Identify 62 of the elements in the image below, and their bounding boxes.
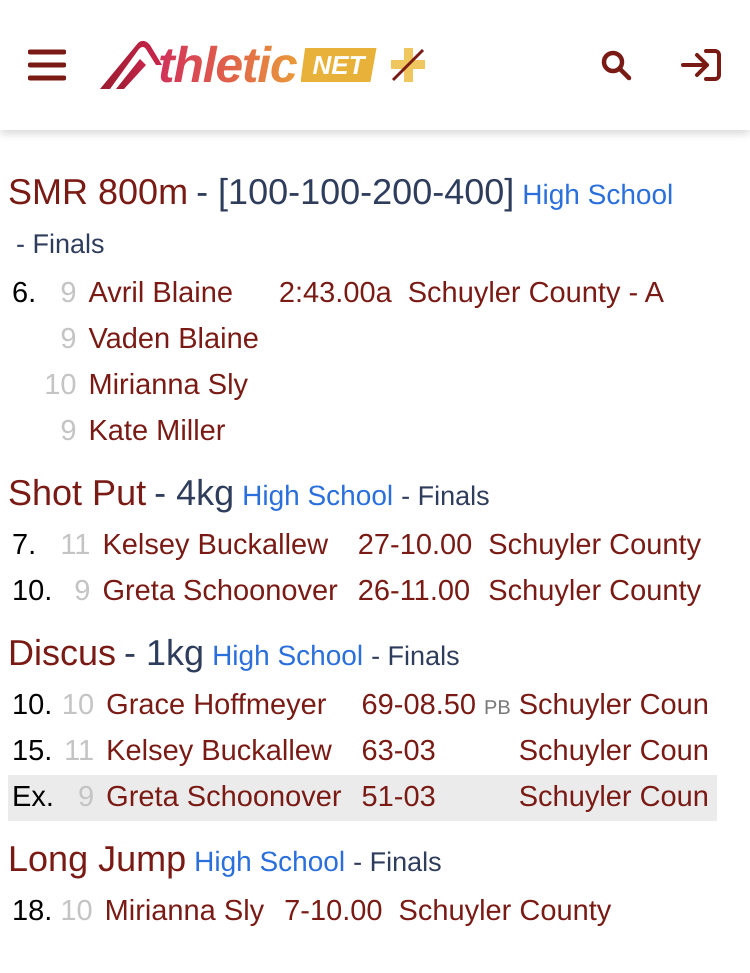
grade: 9 — [60, 415, 76, 448]
level-link[interactable]: High School — [522, 179, 674, 210]
grade: 9 — [74, 575, 90, 608]
athlete-link[interactable]: Greta Schoonover — [102, 575, 338, 608]
athlete-link[interactable]: Grace Hoffmeyer — [106, 689, 326, 722]
grade: 9 — [60, 323, 76, 356]
mark: 63-03 — [362, 735, 436, 768]
place: Ex. — [12, 781, 54, 814]
athlete-link[interactable]: Vaden Blaine — [88, 323, 259, 356]
event-detail: - 1kg — [124, 632, 204, 673]
pb-label: PB — [484, 697, 511, 720]
place: 6. — [12, 277, 36, 310]
mark: 69-08.50 — [362, 689, 476, 722]
grade: 11 — [64, 735, 94, 768]
plus-slash-icon — [388, 46, 426, 84]
round-label: - Finals — [353, 846, 442, 879]
place: 10. — [12, 575, 52, 608]
grade: 10 — [44, 369, 76, 402]
grade: 9 — [60, 277, 76, 310]
level-link[interactable]: High School — [212, 640, 364, 671]
mark: 27-10.00 — [358, 529, 472, 562]
athlete-link[interactable]: Avril Blaine — [88, 277, 233, 310]
team-link[interactable]: Schuyler County — [488, 529, 702, 562]
logo-mark-icon — [98, 39, 162, 91]
athlete-link[interactable]: Greta Schoonover — [106, 781, 342, 814]
sign-in-icon[interactable] — [680, 48, 722, 82]
event-detail: - 4kg — [154, 472, 234, 513]
search-icon[interactable] — [600, 49, 632, 81]
place: 10. — [12, 689, 52, 722]
place: 7. — [12, 529, 36, 562]
place: 18. — [12, 895, 52, 928]
team-link[interactable]: Schuyler Coun — [518, 735, 709, 768]
menu-icon[interactable] — [28, 49, 66, 81]
athlete-link[interactable]: Kate Miller — [88, 415, 226, 448]
mark: 2:43.00a — [278, 277, 392, 310]
event-name: Discus — [8, 632, 116, 673]
event-name: Shot Put — [8, 472, 146, 513]
mark: 51-03 — [362, 781, 436, 814]
athlete-link[interactable]: Kelsey Buckallew — [102, 529, 328, 562]
mark: 26-11.00 — [358, 575, 470, 608]
mark: 7-10.00 — [284, 895, 383, 928]
grade: 10 — [60, 895, 93, 928]
level-link[interactable]: High School — [194, 846, 346, 877]
athlete-link[interactable]: Kelsey Buckallew — [106, 735, 332, 768]
team-link[interactable]: Schuyler Coun — [518, 689, 709, 722]
grade: 10 — [62, 689, 94, 722]
round-label: - Finals — [401, 480, 490, 513]
event-name: SMR 800m — [8, 171, 188, 212]
team-link[interactable]: Schuyler County - A — [408, 277, 664, 310]
round-label: - Finals — [371, 640, 460, 673]
level-link[interactable]: High School — [242, 480, 394, 511]
athlete-link[interactable]: Mirianna Sly — [104, 895, 264, 928]
team-link[interactable]: Schuyler County — [398, 895, 612, 928]
team-link[interactable]: Schuyler County — [488, 575, 702, 608]
place: 15. — [12, 735, 52, 768]
athlete-link[interactable]: Mirianna Sly — [88, 369, 248, 402]
grade: 11 — [60, 529, 90, 562]
team-link[interactable]: Schuyler Coun — [518, 781, 709, 814]
logo-badge: NET — [300, 48, 376, 82]
event-detail: - [100-100-200-400] — [196, 171, 514, 212]
round-label: - Finals — [16, 228, 105, 261]
event-name: Long Jump — [8, 838, 186, 879]
